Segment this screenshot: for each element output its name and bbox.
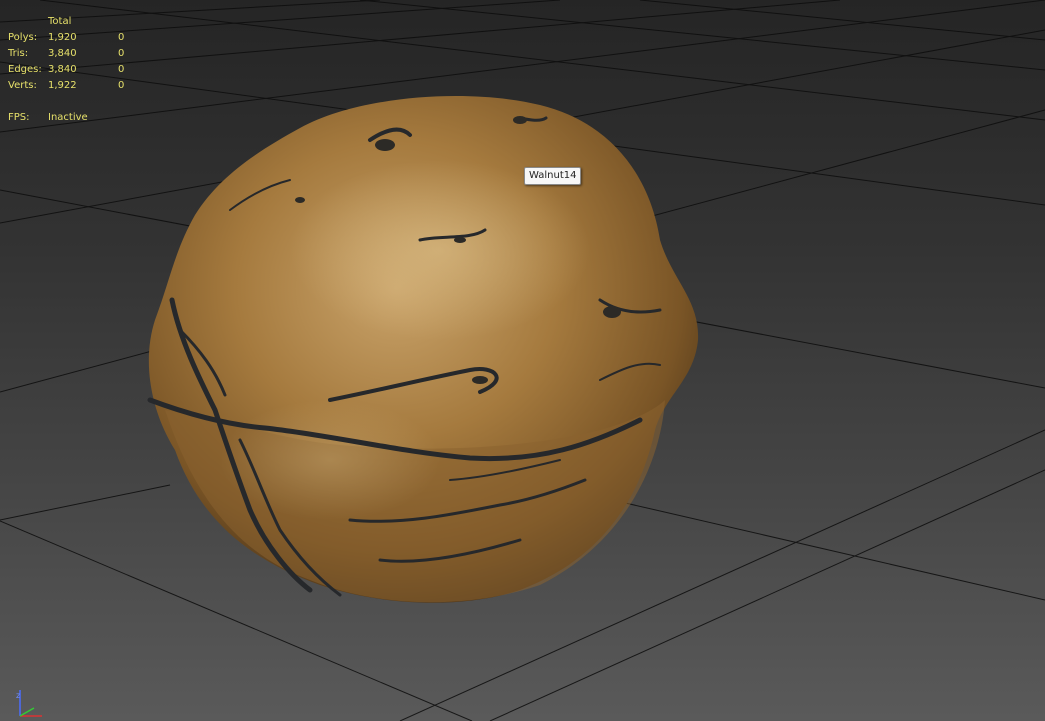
viewport-3d[interactable]: Total Polys: 1,920 0 Tris: 3,840 0 Edges… bbox=[0, 0, 1045, 721]
axis-z-label: z bbox=[16, 691, 20, 700]
object-name-tooltip: Walnut14 bbox=[524, 167, 582, 185]
walnut-mesh[interactable] bbox=[0, 0, 1045, 721]
axis-tripod-icon: z bbox=[16, 690, 42, 717]
walnut-body[interactable] bbox=[147, 96, 699, 603]
